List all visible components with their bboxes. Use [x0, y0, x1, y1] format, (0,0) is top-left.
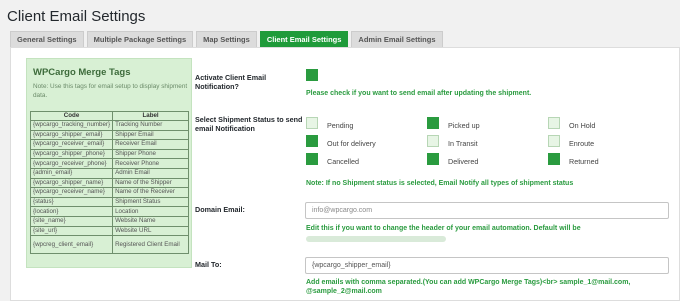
table-row: {wpcargo_receiver_email} Receiver Email: [29, 139, 190, 150]
merge-code: {wpcargo_shipper_email}: [29, 129, 114, 141]
merge-tags-note: Note: Use this tags for email setup to d…: [33, 83, 188, 99]
status-cancelled-checkbox[interactable]: [306, 153, 318, 165]
table-row: {wpcargo_receiver_name} Name of the Recei…: [29, 187, 190, 198]
merge-code: {wpcargo_tracking_number}: [29, 120, 114, 131]
redacted-default-email: [306, 236, 446, 242]
mail-to-input[interactable]: {wpcargo_shipper_email}: [305, 257, 669, 274]
status-on-hold-label: On Hold: [569, 121, 596, 130]
merge-tags-table: Code Label {wpcargo_tracking_number} Trac…: [29, 111, 190, 255]
activate-notification-hint: Please check if you want to send email a…: [306, 90, 532, 97]
status-enroute-checkbox[interactable]: [548, 135, 560, 147]
merge-label: Admin Email: [112, 167, 190, 179]
domain-email-input[interactable]: info@wpcargo.com: [305, 202, 669, 219]
table-row: {wpcargo_shipper_name} Name of the Shippe…: [29, 177, 190, 189]
merge-tags-box: WPCargo Merge Tags Note: Use this tags f…: [26, 58, 192, 268]
settings-tabs: General Settings Multiple Package Settin…: [10, 31, 443, 47]
merge-label: Shipper Phone: [112, 148, 190, 160]
merge-label: Receiver Phone: [112, 158, 190, 169]
status-out-for-delivery-checkbox[interactable]: [306, 135, 318, 147]
table-row: {wpcargo_shipper_email} Shipper Email: [29, 129, 190, 141]
table-row: {admin_email} Admin Email: [29, 167, 190, 179]
merge-table-header: Code Label: [29, 111, 190, 121]
merge-tags-title: WPCargo Merge Tags: [33, 67, 131, 78]
table-row: {wpcargo_receiver_phone} Receiver Phone: [29, 158, 190, 169]
status-in-transit-checkbox[interactable]: [427, 135, 439, 147]
status-pending-checkbox[interactable]: [306, 117, 318, 129]
merge-code: {wpcargo_receiver_phone}: [29, 158, 114, 169]
merge-code: {wpcargo_receiver_email}: [29, 139, 114, 150]
merge-label: Name of the Shipper: [112, 177, 190, 189]
merge-label: Location: [112, 206, 190, 217]
table-row: {site_name} Website Name: [29, 215, 190, 227]
table-row: {wpcreg_client_email} Registered Client E…: [29, 235, 190, 255]
merge-label: Receiver Email: [112, 139, 190, 150]
merge-code: {status}: [29, 196, 114, 208]
label-column-header: Label: [112, 111, 190, 121]
status-returned-label: Returned: [569, 157, 599, 166]
merge-code: {site_name}: [29, 215, 114, 227]
page-title: Client Email Settings: [7, 8, 146, 25]
status-on-hold-checkbox[interactable]: [548, 117, 560, 129]
merge-code: {wpcreg_client_email}: [29, 235, 114, 255]
domain-email-hint: Edit this if you want to change the head…: [306, 225, 581, 232]
merge-label: Shipment Status: [112, 196, 190, 208]
merge-label: Website URL: [112, 225, 190, 237]
merge-code: {wpcargo_shipper_name}: [29, 177, 114, 189]
mail-to-hint: Add emails with comma separated.(You can…: [306, 279, 631, 295]
table-row: {location} Location: [29, 206, 190, 217]
tab-admin-email-settings[interactable]: Admin Email Settings: [351, 31, 443, 47]
status-in-transit-label: In Transit: [448, 139, 478, 148]
table-row: {site_url} Website URL: [29, 225, 190, 237]
mail-to-label: Mail To:: [195, 260, 222, 269]
status-returned-checkbox[interactable]: [548, 153, 560, 165]
status-cancelled-label: Cancelled: [327, 157, 359, 166]
code-column-header: Code: [29, 111, 114, 121]
status-picked-up-checkbox[interactable]: [427, 117, 439, 129]
merge-code: {wpcargo_receiver_name}: [29, 187, 114, 198]
activate-notification-checkbox[interactable]: [306, 69, 318, 81]
domain-email-label: Domain Email:: [195, 205, 245, 214]
tab-client-email-settings[interactable]: Client Email Settings: [259, 31, 349, 47]
status-out-for-delivery-label: Out for delivery: [327, 139, 376, 148]
status-enroute-label: Enroute: [569, 139, 595, 148]
merge-code: {site_url}: [29, 225, 114, 237]
merge-label: Shipper Email: [112, 129, 190, 141]
status-delivered-label: Delivered: [448, 157, 479, 166]
merge-code: {admin_email}: [29, 167, 114, 179]
tab-map-settings[interactable]: Map Settings: [196, 31, 257, 47]
merge-code: {location}: [29, 206, 114, 217]
merge-label: Name of the Receiver: [112, 187, 190, 198]
activate-notification-label: Activate Client Email Notification?: [195, 73, 267, 91]
table-row: {status} Shipment Status: [29, 196, 190, 208]
settings-panel: WPCargo Merge Tags Note: Use this tags f…: [10, 47, 680, 301]
status-picked-up-label: Picked up: [448, 121, 480, 130]
merge-label: Website Name: [112, 215, 190, 227]
table-row: {wpcargo_tracking_number} Tracking Number: [29, 120, 190, 131]
merge-code: {wpcargo_shipper_phone}: [29, 148, 114, 160]
tab-multiple-package-settings[interactable]: Multiple Package Settings: [86, 31, 194, 47]
status-pending-label: Pending: [327, 121, 354, 130]
merge-label: Tracking Number: [112, 120, 190, 131]
shipment-status-label: Select Shipment Status to send email Not…: [195, 115, 303, 133]
status-delivered-checkbox[interactable]: [427, 153, 439, 165]
table-row: {wpcargo_shipper_phone} Shipper Phone: [29, 148, 190, 160]
merge-label: Registered Client Email: [112, 235, 190, 255]
shipment-status-note: Note: If no Shipment status is selected,…: [306, 180, 574, 187]
tab-general-settings[interactable]: General Settings: [10, 31, 84, 47]
